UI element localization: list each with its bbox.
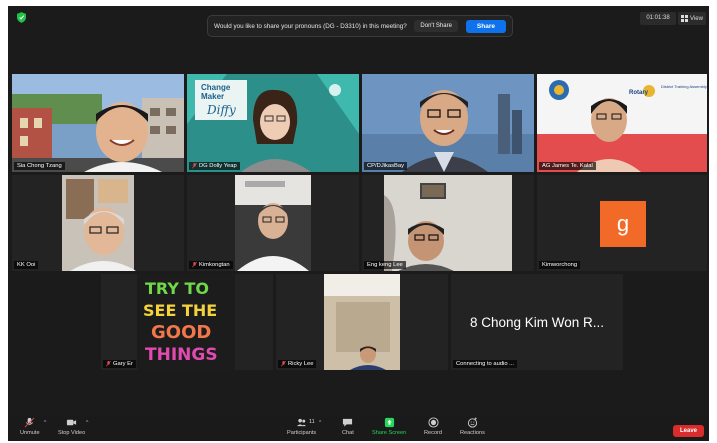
muted-mic-icon xyxy=(192,163,197,169)
participant-nametag: Connecting to audio ... xyxy=(453,360,518,368)
stop-video-button[interactable]: Stop Video xyxy=(58,417,85,436)
participants-count: 11 xyxy=(309,419,315,425)
muted-mic-icon xyxy=(281,361,286,367)
outdoor-street-background xyxy=(12,74,184,172)
video-tile-dg-dolly-yeap[interactable]: Change Maker Diffy DG Dolly Yeap xyxy=(187,74,359,172)
slide-change-text: Change xyxy=(201,83,231,92)
city-skyline-background xyxy=(362,74,534,172)
participant-name: Kimworchong xyxy=(542,262,578,268)
muted-mic-icon xyxy=(192,262,197,268)
security-shield-icon[interactable] xyxy=(17,12,26,23)
participant-name: Eng keng Lee xyxy=(367,262,403,268)
share-screen-button[interactable]: Share Screen xyxy=(372,417,406,436)
change-maker-virtual-background: Change Maker Diffy xyxy=(187,74,359,172)
participant-nametag: AG James Te. Kalal xyxy=(539,162,596,170)
poster-line-3: GOOD xyxy=(151,322,211,343)
participant-name: Kimkongtan xyxy=(199,262,230,268)
video-tile-kimkongtan[interactable]: Kimkongtan xyxy=(187,175,359,271)
grid-view-icon xyxy=(681,15,689,22)
participant-nametag: Gary Er xyxy=(103,360,136,368)
rotary-background: Rotary District Training Assembly xyxy=(537,74,707,172)
audio-options-caret-icon[interactable]: ^ xyxy=(44,420,46,426)
participant-nametag: Kimworchong xyxy=(539,261,581,269)
record-icon xyxy=(427,417,439,428)
unmute-label: Unmute xyxy=(20,430,40,436)
poster-image: TRY TO SEE THE GOOD THINGS xyxy=(137,274,235,370)
zoom-meeting-window: Would you like to share your pronouns (D… xyxy=(8,6,709,441)
participant-nametag: Ricky Lee xyxy=(278,360,317,368)
meeting-toolbar: Unmute ^ Stop Video ^ Participants 11 ^ … xyxy=(8,415,709,441)
record-button[interactable]: Record xyxy=(424,417,442,436)
avatar: g xyxy=(600,201,646,247)
share-screen-label: Share Screen xyxy=(372,430,407,436)
muted-mic-icon xyxy=(106,361,111,367)
share-pronouns-button[interactable]: Share xyxy=(465,19,506,33)
chat-icon xyxy=(343,418,353,427)
meeting-timer: 01:01:38 xyxy=(640,12,676,25)
chat-button[interactable]: Chat xyxy=(342,417,354,436)
participant-name: CP/DJikasBay xyxy=(367,163,405,169)
video-tile-name-only[interactable]: 8 Chong Kim Won R... Connecting to audio… xyxy=(451,274,623,370)
participant-nametag: Kimkongtan xyxy=(189,261,233,269)
video-tile-gary-er[interactable]: TRY TO SEE THE GOOD THINGS Gary Er xyxy=(101,274,273,370)
participant-name: Gary Er xyxy=(113,361,133,367)
leave-button[interactable]: Leave xyxy=(673,425,704,437)
dont-share-button[interactable]: Don't Share xyxy=(414,20,458,32)
participant-nametag: Sia Chong Tzang xyxy=(14,162,65,170)
video-tile-sia-chong-tzang[interactable]: Sia Chong Tzang xyxy=(12,74,184,172)
avatar-letter: g xyxy=(616,211,630,236)
reactions-button[interactable]: Reactions xyxy=(460,417,485,436)
reactions-label: Reactions xyxy=(460,430,485,436)
pronoun-share-banner: Would you like to share your pronouns (D… xyxy=(207,15,513,37)
participant-name: Ricky Lee xyxy=(288,361,314,367)
chat-label: Chat xyxy=(342,430,354,436)
reactions-smiley-icon xyxy=(467,417,478,428)
eng-keng-lee-video xyxy=(384,175,512,271)
video-tile-ricky-lee[interactable]: Ricky Lee xyxy=(276,274,448,370)
participant-nametag: CP/DJikasBay xyxy=(364,162,408,170)
share-screen-icon xyxy=(384,417,394,428)
participant-name: DG Dolly Yeap xyxy=(199,163,237,169)
video-tile-cp-djikasbay[interactable]: CP/DJikasBay xyxy=(362,74,534,172)
unmute-button[interactable]: Unmute xyxy=(20,417,40,436)
slide-maker-text: Maker xyxy=(201,92,224,101)
participant-display-name: 8 Chong Kim Won R... xyxy=(469,314,605,330)
video-tile-eng-keng-lee[interactable]: Eng keng Lee xyxy=(362,175,534,271)
kimkongtan-video xyxy=(235,175,311,271)
participant-name: Sia Chong Tzang xyxy=(17,163,62,169)
poster-line-4: THINGS xyxy=(145,345,218,365)
muted-microphone-icon xyxy=(24,417,35,428)
participants-label: Participants xyxy=(287,430,317,436)
stop-video-label: Stop Video xyxy=(58,430,86,436)
pronoun-prompt-text: Would you like to share your pronouns (D… xyxy=(214,22,407,30)
view-label: View xyxy=(690,15,703,22)
connecting-audio-status: Connecting to audio ... xyxy=(456,361,515,367)
slide-handwriting-text: Diffy xyxy=(206,103,236,117)
participant-nametag: Eng keng Lee xyxy=(364,261,406,269)
video-options-caret-icon[interactable]: ^ xyxy=(86,420,88,426)
video-tile-ag-james[interactable]: Rotary District Training Assembly AG Jam… xyxy=(537,74,707,172)
participant-name: KK Ooi xyxy=(17,262,36,268)
video-tile-kk-ooi[interactable]: KK Ooi xyxy=(12,175,184,271)
kk-ooi-video xyxy=(62,175,136,271)
record-label: Record xyxy=(424,430,443,436)
ricky-lee-video xyxy=(324,274,400,370)
participant-name: AG James Te. Kalal xyxy=(542,163,593,169)
rotary-title: Rotary xyxy=(629,90,649,96)
participants-caret-icon[interactable]: ^ xyxy=(319,420,321,426)
video-camera-icon xyxy=(67,419,77,426)
poster-line-2: SEE THE xyxy=(143,301,217,320)
view-button[interactable]: View xyxy=(678,12,706,25)
rotary-subtitle: District Training Assembly xyxy=(661,84,707,89)
participant-nametag: DG Dolly Yeap xyxy=(189,162,240,170)
participants-icon xyxy=(297,418,307,427)
video-tile-kimworchong[interactable]: g Kimworchong xyxy=(537,175,707,271)
poster-line-1: TRY TO xyxy=(145,279,209,298)
participant-nametag: KK Ooi xyxy=(14,261,39,269)
